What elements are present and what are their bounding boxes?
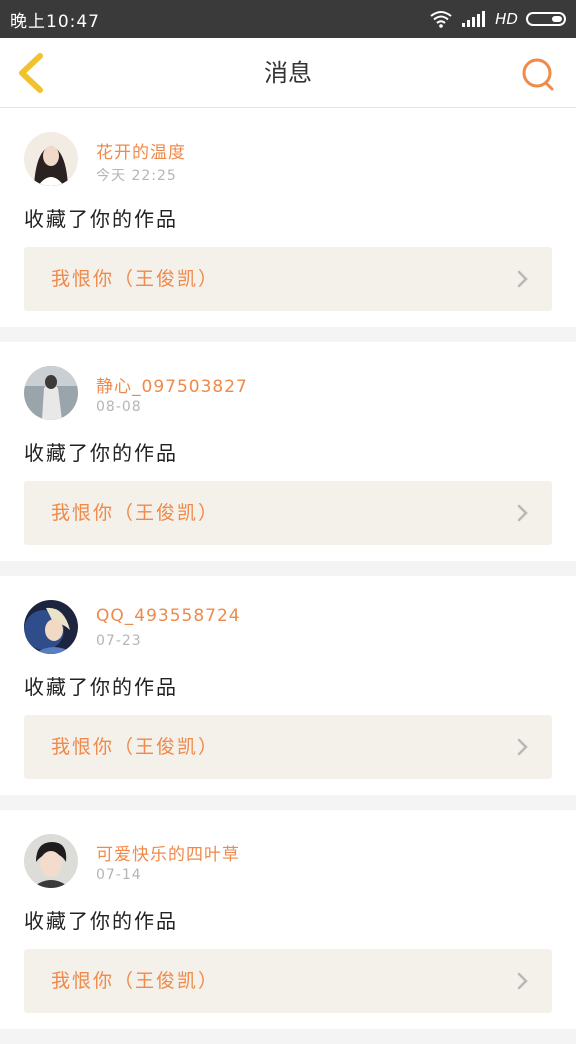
work-link[interactable]: 我恨你（王俊凯） [24,949,552,1013]
work-title: 我恨你（王俊凯） [51,970,220,992]
work-title: 我恨你（王俊凯） [51,502,220,524]
chevron-right-icon [517,504,528,522]
signal-icon [462,11,486,27]
chevron-right-icon [517,270,528,288]
work-title: 我恨你（王俊凯） [51,268,220,290]
message-card: 花开的温度 今天 22:25 收藏了你的作品 我恨你（王俊凯） [0,108,576,327]
work-title: 我恨你（王俊凯） [51,736,220,758]
action-text: 收藏了你的作品 [24,675,178,699]
status-bar: 晚上10:47 HD [0,0,576,38]
nav-bar: 消息 [0,38,576,108]
message-card: 静心_097503827 08-08 收藏了你的作品 我恨你（王俊凯） [0,342,576,561]
wifi-icon [430,11,452,28]
message-time: 今天 22:25 [96,168,177,184]
username[interactable]: 静心_097503827 [96,372,248,397]
chevron-right-icon [517,738,528,756]
username[interactable]: 花开的温度 [96,138,186,163]
message-time: 07-23 [96,633,142,649]
username[interactable]: 可爱快乐的四叶草 [96,840,240,865]
action-text: 收藏了你的作品 [24,909,178,933]
message-card: 可爱快乐的四叶草 07-14 收藏了你的作品 我恨你（王俊凯） [0,810,576,1029]
action-text: 收藏了你的作品 [24,441,178,465]
work-link[interactable]: 我恨你（王俊凯） [24,247,552,311]
message-list: 花开的温度 今天 22:25 收藏了你的作品 我恨你（王俊凯） 静心_09750… [0,108,576,1044]
username[interactable]: QQ_493558724 [96,606,241,626]
status-icons: HD [429,10,566,28]
page-title: 消息 [264,59,312,87]
network-type: HD [495,10,518,28]
work-link[interactable]: 我恨你（王俊凯） [24,715,552,779]
status-time: 晚上10:47 [10,11,100,32]
message-time: 07-14 [96,867,142,883]
avatar[interactable] [24,132,78,186]
avatar[interactable] [24,834,78,888]
search-icon[interactable] [520,56,556,92]
work-link[interactable]: 我恨你（王俊凯） [24,481,552,545]
chevron-right-icon [517,972,528,990]
message-card: QQ_493558724 07-23 收藏了你的作品 我恨你（王俊凯） [0,576,576,795]
avatar[interactable] [24,366,78,420]
message-time: 08-08 [96,399,142,415]
action-text: 收藏了你的作品 [24,207,178,231]
avatar[interactable] [24,600,78,654]
battery-icon [526,12,566,26]
